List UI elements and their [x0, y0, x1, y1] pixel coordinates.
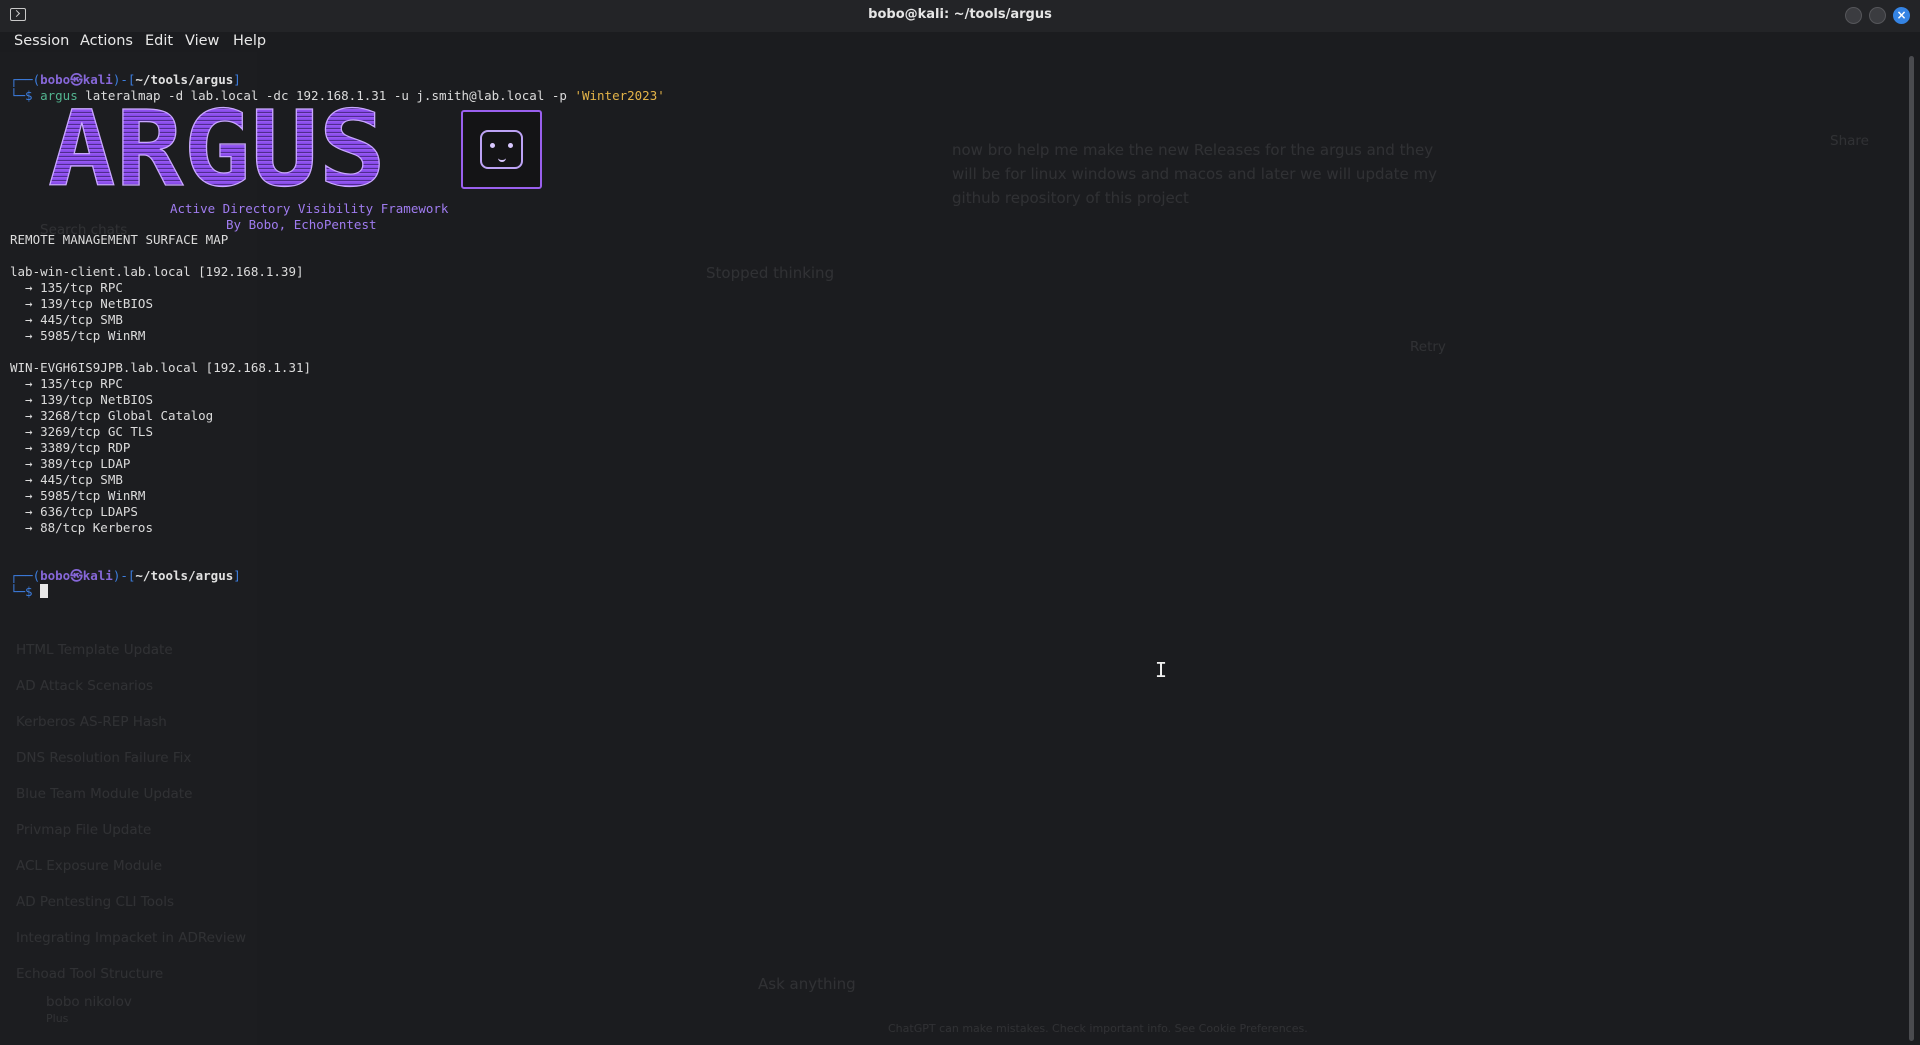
banner-tagline: Active Directory Visibility Framework: [170, 201, 449, 216]
menu-actions[interactable]: Actions: [80, 33, 133, 49]
prompt-line-2: ┌──(bobo㉿kali)-[~/tools/argus]: [10, 568, 241, 583]
robot-eye-icon: [490, 143, 495, 148]
menu-help[interactable]: Help: [233, 33, 266, 49]
ghost-message: now bro help me make the new Releases fo…: [952, 141, 1438, 207]
menu-bar: Session Actions Edit View Help: [0, 32, 1920, 52]
port-line: → 3269/tcp GC TLS: [10, 424, 153, 439]
ghost-user-plan: Plus: [46, 1012, 69, 1025]
window-title: bobo@kali: ~/tools/argus: [868, 7, 1052, 22]
ghost-sidebar-item: ACL Exposure Module: [16, 858, 163, 874]
ghost-sidebar-item: AD Pentesting CLI Tools: [16, 894, 175, 910]
minimize-button[interactable]: [1845, 7, 1862, 24]
ghost-sidebar-item: Echoad Tool Structure: [16, 966, 164, 982]
port-line: → 3268/tcp Global Catalog: [10, 408, 214, 423]
menu-view[interactable]: View: [185, 33, 219, 49]
port-line: → 445/tcp SMB: [10, 472, 123, 487]
ghost-user-name: bobo nikolov: [46, 994, 132, 1010]
ghost-sidebar-item: Integrating Impacket in ADReview: [16, 930, 247, 946]
argus-logo: ARGUS: [48, 105, 387, 193]
svg-text:ARGUS: ARGUS: [48, 105, 386, 193]
ghost-footer: ChatGPT can make mistakes. Check importa…: [888, 1022, 1308, 1035]
port-line: → 636/tcp LDAPS: [10, 504, 138, 519]
ghost-sidebar-item: AD Attack Scenarios: [16, 678, 154, 694]
port-line: → 135/tcp RPC: [10, 376, 123, 391]
host-header: lab-win-client.lab.local [192.168.1.39]: [10, 264, 304, 279]
robot-face-icon: [480, 130, 523, 169]
menu-session[interactable]: Session: [14, 33, 69, 49]
port-line: → 5985/tcp WinRM: [10, 328, 146, 343]
robot-mouth-icon: [498, 156, 506, 162]
ghost-sidebar-item: Blue Team Module Update: [16, 786, 193, 802]
text-cursor: [40, 584, 49, 598]
command-args: lateralmap -d lab.local -dc 192.168.1.31…: [77, 88, 575, 103]
command-line: └─$ argus lateralmap -d lab.local -dc 19…: [10, 88, 665, 103]
maximize-button[interactable]: [1869, 7, 1886, 24]
prompt-line-1: ┌──(bobo㉿kali)-[~/tools/argus]: [10, 72, 241, 87]
command-password: 'Winter2023': [574, 88, 665, 103]
port-line: → 3389/tcp RDP: [10, 440, 131, 455]
robot-eye-icon: [508, 143, 513, 148]
ibeam-cursor-icon: I: [1155, 658, 1168, 682]
port-line: → 389/tcp LDAP: [10, 456, 131, 471]
port-line: → 139/tcp NetBIOS: [10, 296, 153, 311]
ghost-sidebar-item: HTML Template Update: [16, 642, 173, 658]
ghost-share: Share: [1830, 133, 1869, 149]
close-button[interactable]: ×: [1893, 7, 1910, 24]
terminal-scrollbar[interactable]: [1908, 52, 1916, 1042]
window-controls: ×: [1845, 7, 1910, 24]
ghost-sidebar-item: Kerberos AS-REP Hash: [16, 714, 167, 730]
port-line: → 139/tcp NetBIOS: [10, 392, 153, 407]
menu-edit[interactable]: Edit: [145, 33, 173, 49]
banner-author: By Bobo, EchoPentest: [226, 217, 377, 232]
ghost-stopped-thinking: Stopped thinking: [706, 264, 835, 282]
host-header: WIN-EVGH6IS9JPB.lab.local [192.168.1.31]: [10, 360, 312, 375]
ghost-sidebar-item: DNS Resolution Failure Fix: [16, 750, 192, 766]
robot-logo-icon: [461, 110, 542, 189]
port-line: → 88/tcp Kerberos: [10, 520, 153, 535]
input-line[interactable]: └─$: [10, 584, 665, 600]
ghost-sidebar-item: Privmap File Update: [16, 822, 152, 838]
port-line: → 5985/tcp WinRM: [10, 488, 146, 503]
port-line: → 445/tcp SMB: [10, 312, 123, 327]
ghost-retry: Retry: [1410, 339, 1446, 355]
scrollbar-thumb[interactable]: [1909, 56, 1914, 1041]
title-bar: bobo@kali: ~/tools/argus ×: [0, 0, 1920, 32]
command-name: argus: [40, 88, 78, 103]
ghost-input-placeholder: Ask anything: [758, 975, 856, 993]
port-line: → 135/tcp RPC: [10, 280, 123, 295]
